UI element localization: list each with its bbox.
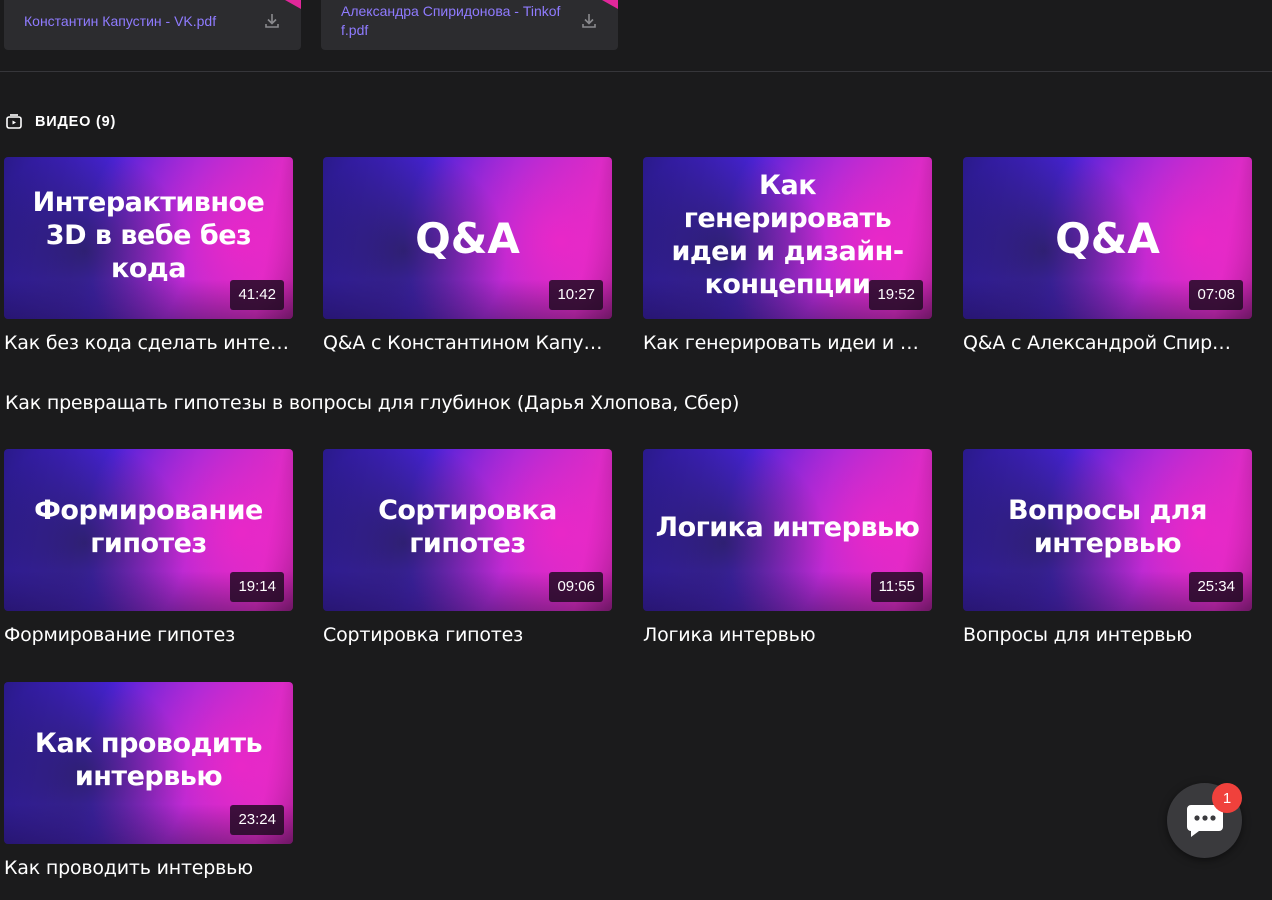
video-title[interactable]: Как проводить интервью — [4, 857, 294, 879]
video-title[interactable]: Сортировка гипотез — [323, 624, 613, 646]
video-icon — [6, 114, 22, 129]
video-card[interactable]: Формирование гипотез 19:14 Формирование … — [4, 449, 294, 646]
video-card[interactable]: Q&A 10:27 Q&A с Константином Капу… — [323, 157, 613, 354]
corner-accent — [602, 0, 618, 9]
video-title[interactable]: Формирование гипотез — [4, 624, 294, 646]
video-thumbnail[interactable]: Сортировка гипотез 09:06 — [323, 449, 612, 611]
video-text-item[interactable]: Как превращать гипотезы в вопросы для гл… — [5, 392, 739, 414]
video-thumbnail[interactable]: Q&A 07:08 — [963, 157, 1252, 319]
video-title[interactable]: Как генерировать идеи и … — [643, 332, 933, 354]
duration-badge: 07:08 — [1189, 280, 1243, 310]
video-thumbnail[interactable]: Как генерировать идеи и дизайн-концепции… — [643, 157, 932, 319]
video-card[interactable]: Интерактивное 3D в вебе без кода 41:42 К… — [4, 157, 294, 354]
download-icon[interactable] — [263, 12, 281, 30]
video-title[interactable]: Вопросы для интервью — [963, 624, 1253, 646]
video-thumbnail[interactable]: Как проводить интервью 23:24 — [4, 682, 293, 844]
duration-badge: 41:42 — [230, 280, 284, 310]
file-name-link[interactable]: Александра Спиридонова - Tinkoff.pdf — [341, 2, 561, 40]
duration-badge: 23:24 — [230, 805, 284, 835]
video-title[interactable]: Q&A с Александрой Спир… — [963, 332, 1253, 354]
video-title[interactable]: Q&A с Константином Капу… — [323, 332, 613, 354]
page: Константин Капустин - VK.pdf Александра … — [0, 0, 1272, 900]
video-thumbnail[interactable]: Формирование гипотез 19:14 — [4, 449, 293, 611]
download-icon[interactable] — [580, 12, 598, 30]
video-card[interactable]: Q&A 07:08 Q&A с Александрой Спир… — [963, 157, 1253, 354]
notification-badge: 1 — [1212, 783, 1242, 813]
corner-accent — [285, 0, 301, 9]
video-card[interactable]: Как генерировать идеи и дизайн-концепции… — [643, 157, 933, 354]
duration-badge: 25:34 — [1189, 572, 1243, 602]
video-card[interactable]: Вопросы для интервью 25:34 Вопросы для и… — [963, 449, 1253, 646]
video-thumbnail[interactable]: Логика интервью 11:55 — [643, 449, 932, 611]
duration-badge: 10:27 — [549, 280, 603, 310]
duration-badge: 19:14 — [230, 572, 284, 602]
file-card[interactable]: Константин Капустин - VK.pdf — [4, 0, 301, 50]
video-thumbnail[interactable]: Q&A 10:27 — [323, 157, 612, 319]
file-card[interactable]: Александра Спиридонова - Tinkoff.pdf — [321, 0, 618, 50]
section-header: ВИДЕО (9) — [5, 112, 116, 132]
video-card[interactable]: Как проводить интервью 23:24 Как проводи… — [4, 682, 294, 879]
video-thumbnail[interactable]: Интерактивное 3D в вебе без кода 41:42 — [4, 157, 293, 319]
video-card[interactable]: Сортировка гипотез 09:06 Сортировка гипо… — [323, 449, 613, 646]
duration-badge: 09:06 — [549, 572, 603, 602]
video-title[interactable]: Как без кода сделать инте… — [4, 332, 294, 354]
video-card[interactable]: Логика интервью 11:55 Логика интервью — [643, 449, 933, 646]
divider — [0, 71, 1272, 72]
file-name-link[interactable]: Константин Капустин - VK.pdf — [24, 12, 244, 31]
section-title: ВИДЕО (9) — [35, 114, 117, 130]
video-thumbnail[interactable]: Вопросы для интервью 25:34 — [963, 449, 1252, 611]
video-title[interactable]: Логика интервью — [643, 624, 933, 646]
duration-badge: 19:52 — [869, 280, 923, 310]
duration-badge: 11:55 — [870, 572, 923, 602]
